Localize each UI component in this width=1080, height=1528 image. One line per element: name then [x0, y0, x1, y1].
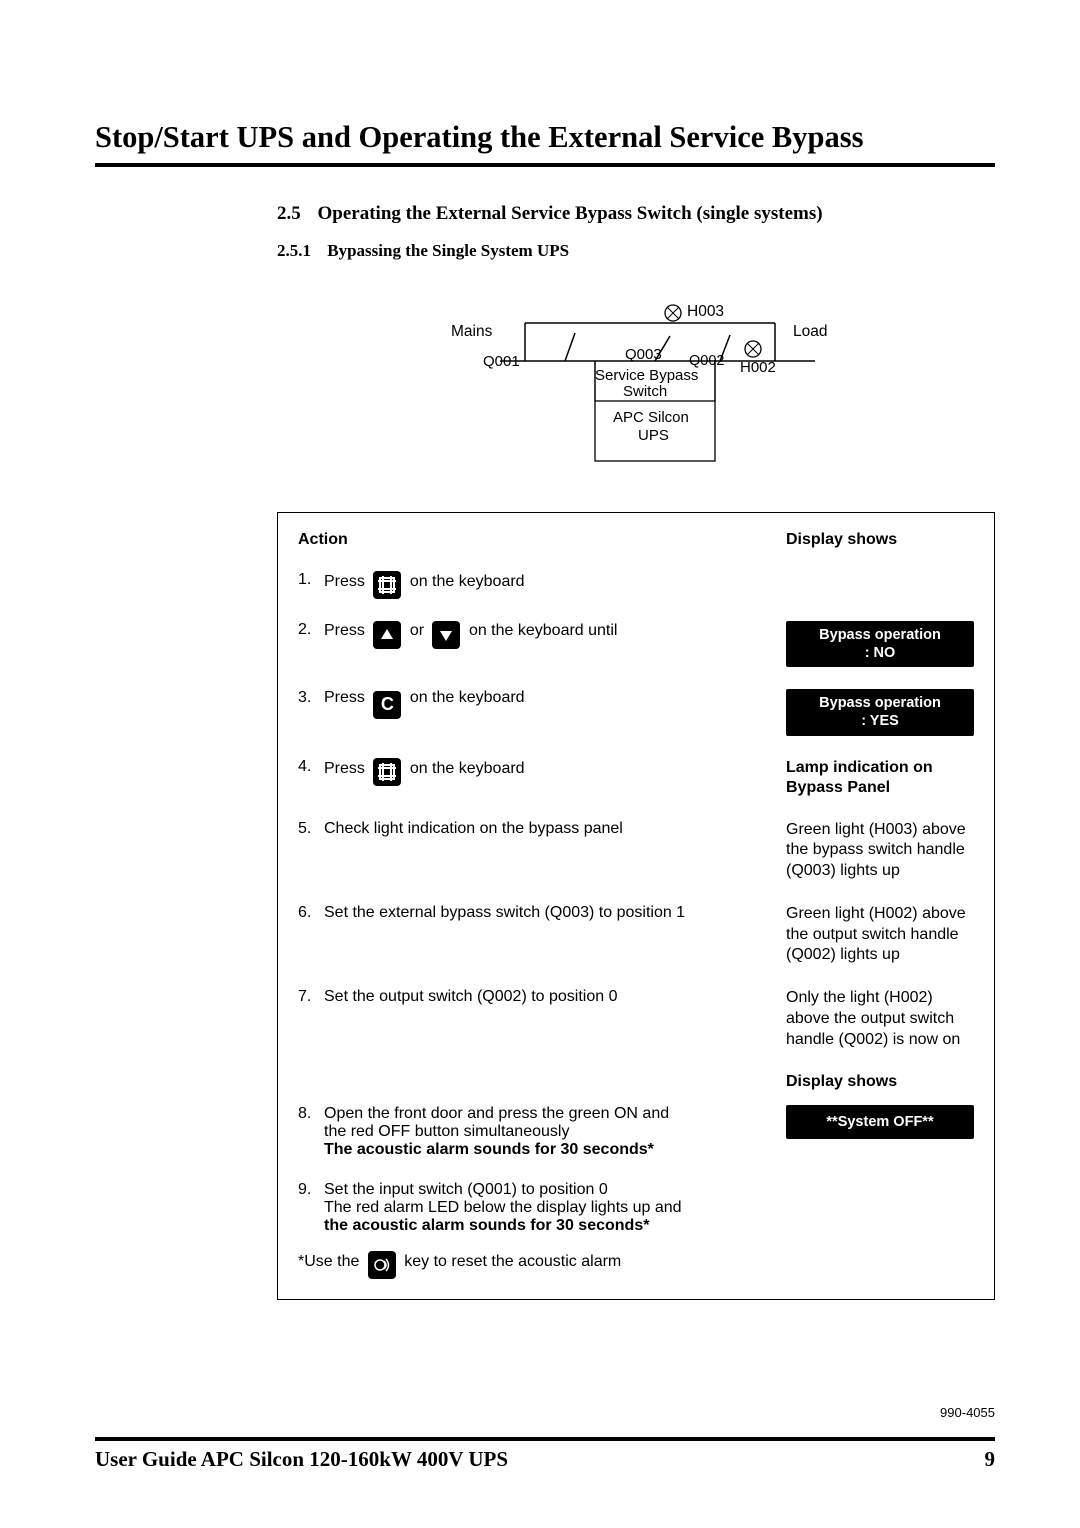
lamp-header-2: Bypass Panel — [786, 778, 974, 798]
diagram-svg — [95, 301, 995, 486]
r4-pre: Press — [324, 760, 365, 777]
r9-bold: the acoustic alarm sounds for 30 seconds… — [324, 1217, 649, 1234]
rule-footer — [95, 1437, 995, 1441]
footer-guide: User Guide APC Silcon 120-160kW 400V UPS — [95, 1447, 508, 1472]
dl-h002: H002 — [740, 359, 776, 376]
footnote: *Use the key to reset the acoustic alarm — [298, 1251, 974, 1279]
note-post: key to reset the acoustic alarm — [404, 1253, 621, 1270]
subsection-title: Bypassing the Single System UPS — [327, 241, 569, 260]
section-title: Operating the External Service Bypass Sw… — [318, 203, 823, 224]
r1-pre: Press — [324, 573, 365, 590]
r2-num: 2. — [298, 621, 324, 639]
down-arrow-key-icon — [432, 621, 460, 649]
row-5: 5. Check light indication on the bypass … — [298, 820, 974, 882]
display-bypass-yes: Bypass operation : YES — [786, 689, 974, 735]
row-4: 4. Press on the keyboard Lamp indication… — [298, 758, 974, 798]
r8-bold: The acoustic alarm sounds for 30 seconds… — [324, 1141, 654, 1158]
r2-post: on the keyboard until — [469, 622, 618, 639]
r6-txt: Set the external bypass switch (Q003) to… — [324, 904, 688, 922]
chapter-title: Stop/Start UPS and Operating the Externa… — [95, 120, 995, 163]
display-system-off: **System OFF** — [786, 1105, 974, 1139]
document-number: 990-4055 — [940, 1405, 995, 1420]
r3-num: 3. — [298, 689, 324, 707]
document-page: Stop/Start UPS and Operating the Externa… — [0, 0, 1080, 1528]
row-3: 3. Press C on the keyboard Bypass operat… — [298, 689, 974, 735]
r2-mid: or — [410, 622, 429, 639]
r5-txt: Check light indication on the bypass pan… — [324, 820, 688, 838]
c-key-icon: C — [373, 691, 401, 719]
header-action: Action — [298, 531, 688, 549]
dl-ups2: UPS — [638, 427, 669, 444]
menu-key-icon-2 — [373, 758, 401, 786]
procedure-table: Action Display shows 1. Press on the key… — [277, 512, 995, 1300]
row-7: 7. Set the output switch (Q002) to posit… — [298, 988, 974, 1050]
section-heading: 2.5 Operating the External Service Bypas… — [277, 203, 995, 225]
row-2: 2. Press or on the keyboard until Bypass… — [298, 621, 974, 667]
row-1: 1. Press on the keyboard — [298, 571, 974, 599]
section-number: 2.5 — [277, 203, 301, 224]
header-display: Display shows — [786, 531, 974, 549]
r7-num: 7. — [298, 988, 324, 1006]
r9-txt1: Set the input switch (Q001) to position … — [324, 1181, 608, 1198]
dl-q003: Q003 — [625, 346, 662, 363]
r3-pre: Press — [324, 689, 365, 706]
r8-num: 8. — [298, 1105, 324, 1123]
row-8: 8. Open the front door and press the gre… — [298, 1105, 974, 1159]
dl-load: Load — [793, 323, 827, 341]
footer: User Guide APC Silcon 120-160kW 400V UPS… — [95, 1437, 995, 1472]
dl-mains: Mains — [451, 323, 492, 341]
r8-txt1: Open the front door and press the green … — [324, 1105, 669, 1140]
r1-post: on the keyboard — [410, 573, 525, 590]
dl-h003: H003 — [687, 303, 724, 321]
dl-q001: Q001 — [483, 353, 520, 370]
r9-num: 9. — [298, 1181, 324, 1199]
r2-pre: Press — [324, 622, 365, 639]
dl-sw: Switch — [623, 383, 667, 400]
row-6: 6. Set the external bypass switch (Q003)… — [298, 904, 974, 966]
r1-num: 1. — [298, 571, 324, 589]
display-header-2-row: Display shows — [298, 1073, 974, 1091]
display-header-2: Display shows — [786, 1073, 974, 1091]
rule-top — [95, 163, 995, 167]
r4-post: on the keyboard — [410, 760, 525, 777]
subsection-heading: 2.5.1 Bypassing the Single System UPS — [277, 241, 995, 261]
r5-disp: Green light (H003) above the bypass swit… — [786, 820, 974, 882]
subsection-number: 2.5.1 — [277, 241, 311, 260]
r3-post: on the keyboard — [410, 689, 525, 706]
lamp-header-1: Lamp indication on — [786, 758, 974, 778]
dl-sb: Service Bypass — [595, 367, 698, 384]
r7-disp: Only the light (H002) above the output s… — [786, 988, 974, 1050]
dl-ups1: APC Silcon — [613, 409, 689, 426]
table-header-row: Action Display shows — [298, 531, 974, 549]
r7-txt: Set the output switch (Q002) to position… — [324, 988, 688, 1006]
r4-num: 4. — [298, 758, 324, 776]
r6-disp: Green light (H002) above the output swit… — [786, 904, 974, 966]
up-arrow-key-icon — [373, 621, 401, 649]
alarm-reset-key-icon — [368, 1251, 396, 1279]
wiring-diagram: Mains Load H003 Q001 Q003 Q002 H002 Serv… — [95, 301, 995, 486]
menu-key-icon — [373, 571, 401, 599]
page-number: 9 — [985, 1447, 996, 1472]
display-bypass-no: Bypass operation : NO — [786, 621, 974, 667]
row-9: 9. Set the input switch (Q001) to positi… — [298, 1181, 974, 1235]
note-pre: *Use the — [298, 1253, 364, 1270]
r5-num: 5. — [298, 820, 324, 838]
r9-txt2: The red alarm LED below the display ligh… — [324, 1199, 682, 1216]
r6-num: 6. — [298, 904, 324, 922]
